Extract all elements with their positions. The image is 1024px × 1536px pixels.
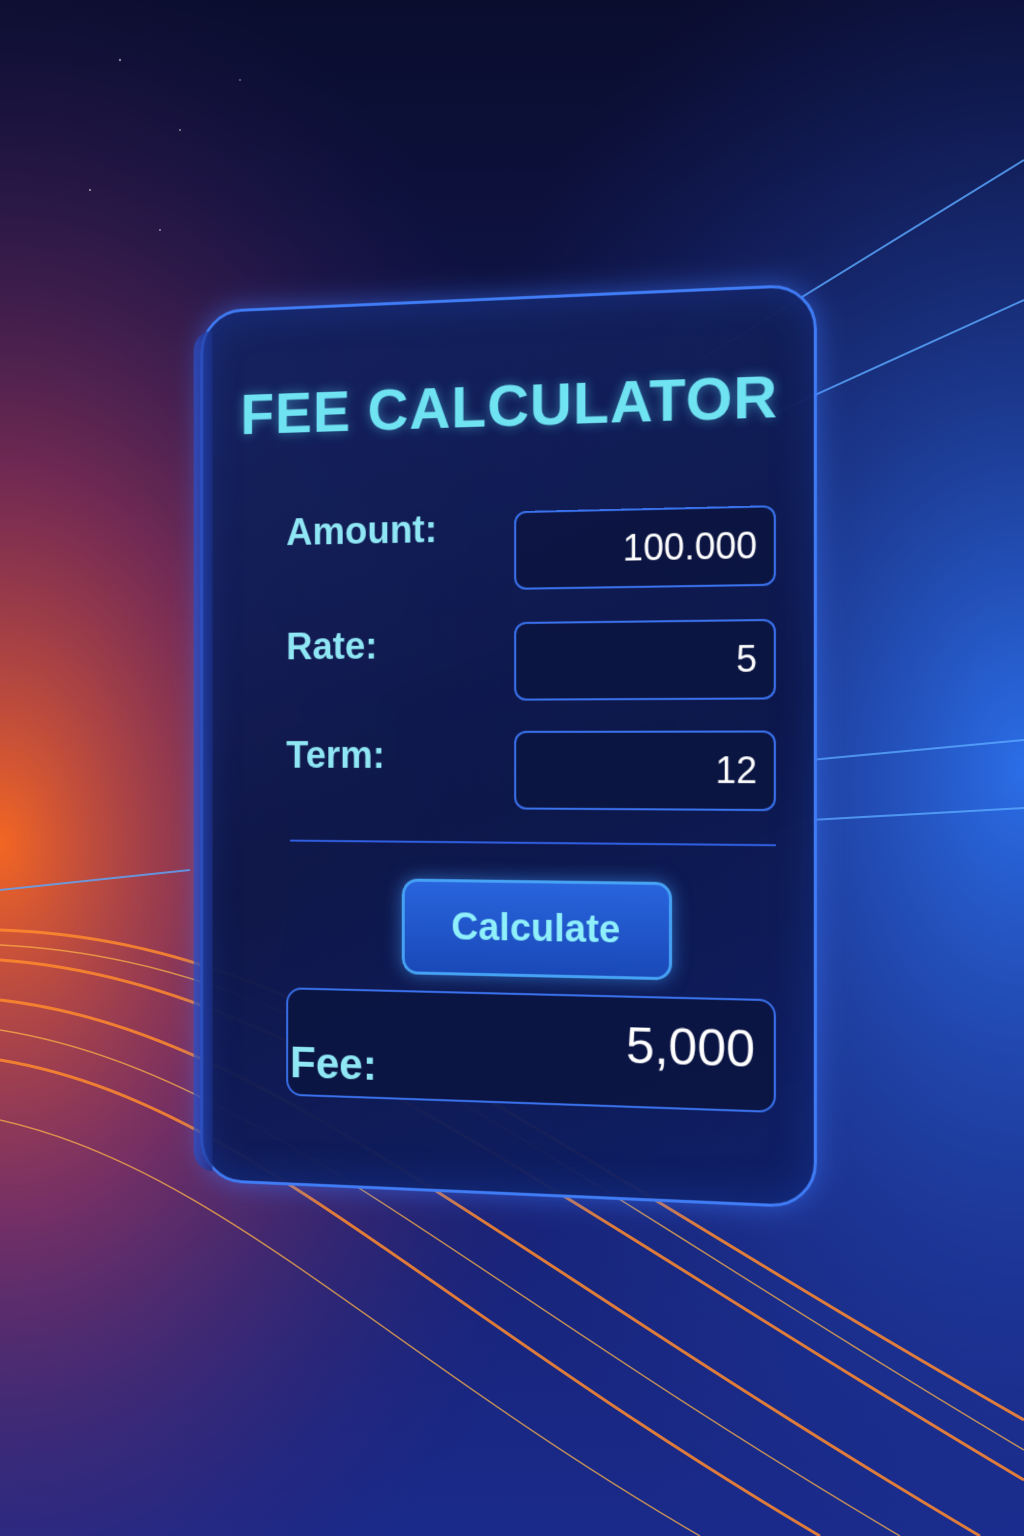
- amount-label: Amount:: [286, 509, 438, 554]
- rate-label: Rate:: [286, 625, 378, 669]
- fee-result-value: 5,000: [625, 1016, 755, 1079]
- fee-label: Fee:: [290, 1038, 378, 1090]
- calculator-card-wrapper: FEE CALCULATOR Amount: 100.000 Rate: 5 T…: [190, 283, 817, 1209]
- card-side-edge: [193, 330, 213, 1172]
- term-label: Term:: [286, 735, 386, 777]
- amount-input[interactable]: 100.000: [514, 505, 776, 590]
- fee-calculator-card: FEE CALCULATOR Amount: 100.000 Rate: 5 T…: [193, 283, 817, 1209]
- term-input[interactable]: 12: [514, 730, 776, 812]
- divider: [290, 839, 776, 847]
- rate-input[interactable]: 5: [514, 618, 776, 701]
- calculate-button[interactable]: Calculate: [401, 878, 673, 981]
- calculator-title: FEE CALCULATOR: [240, 363, 779, 447]
